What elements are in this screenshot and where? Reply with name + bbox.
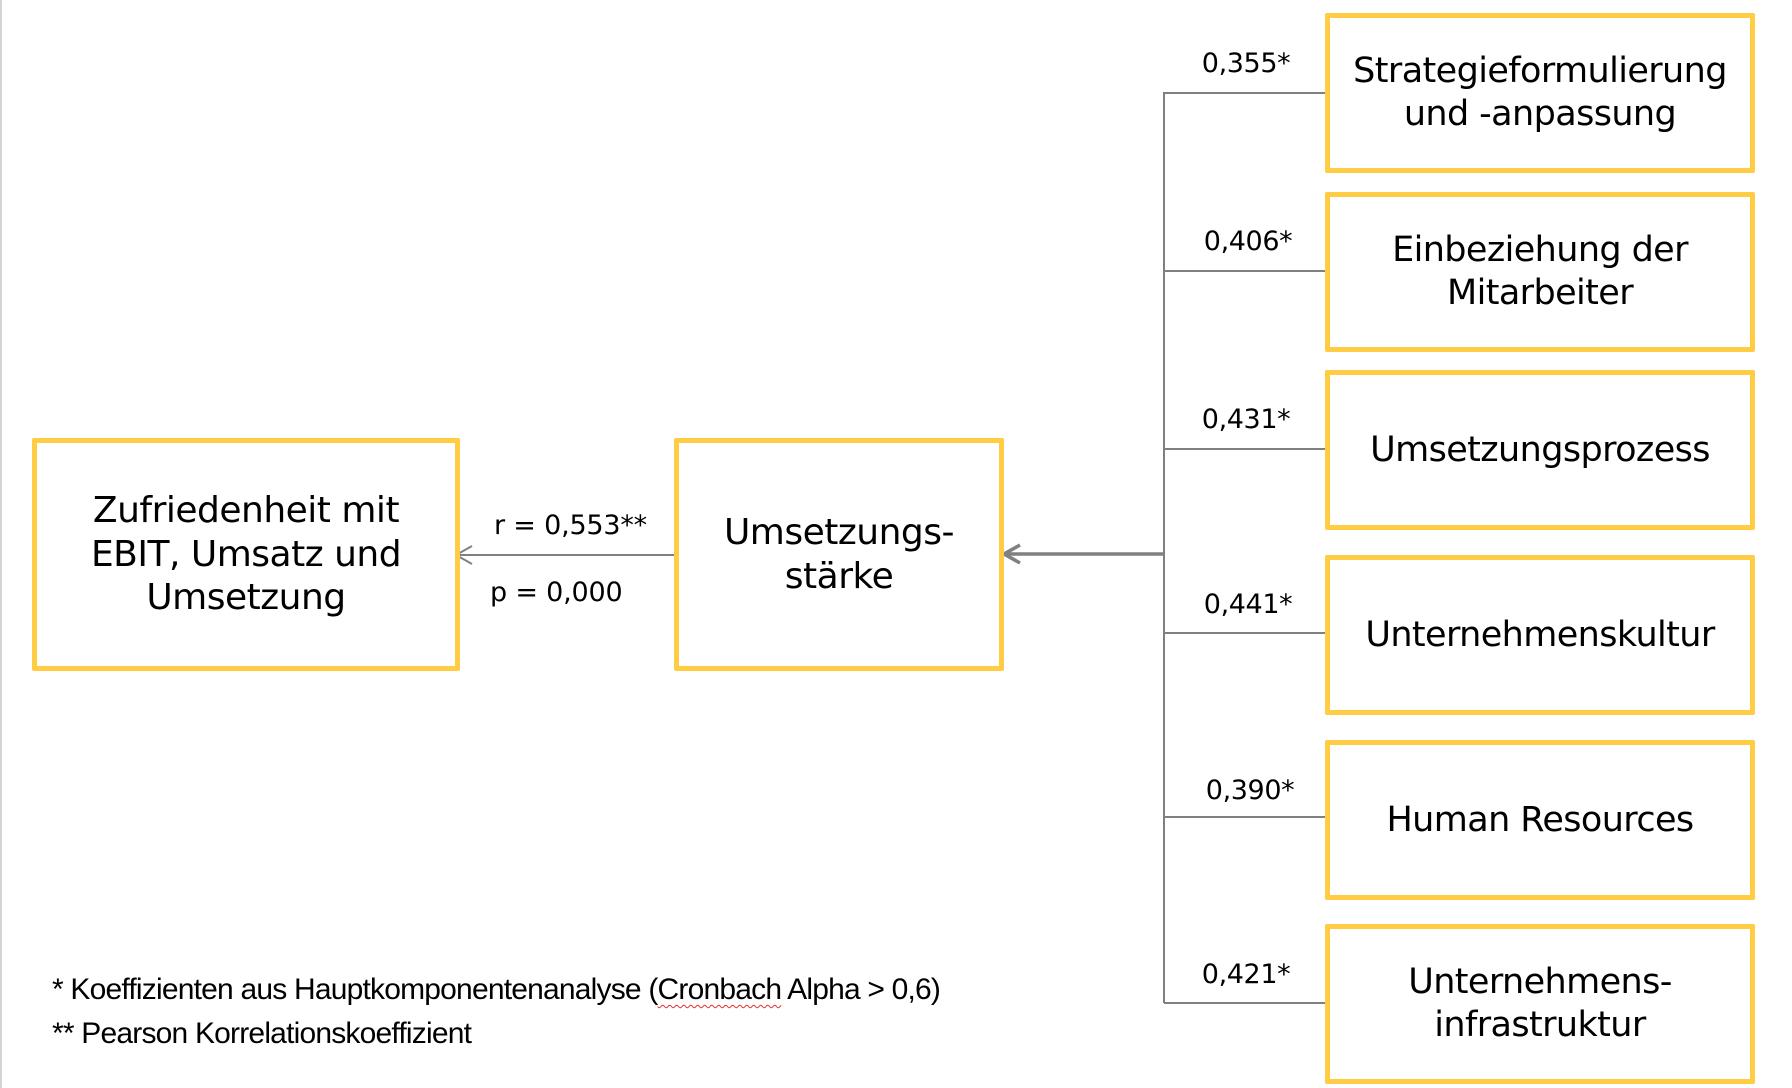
- correlation-p-label: p = 0,000: [490, 577, 623, 608]
- factor-label: Unternehmenskultur: [1365, 614, 1715, 655]
- factor-label: Human Resources: [1386, 799, 1694, 840]
- factor-coefficient: 0,355*: [1201, 48, 1291, 79]
- factor-box-human-resources: Human Resources: [1325, 740, 1755, 900]
- factor-label: Einbeziehung der Mitarbeiter: [1392, 230, 1688, 313]
- footnote-text: Alpha > 0,6): [781, 973, 941, 1006]
- factor-box-unternehmenskultur: Unternehmenskultur: [1325, 555, 1755, 715]
- footnote-coefficients: * Koeffizienten aus Hauptkomponentenanal…: [52, 968, 941, 1012]
- construct-label: Umsetzungs- stärke: [723, 511, 955, 597]
- factor-box-umsetzungsprozess: Umsetzungsprozess: [1325, 370, 1755, 530]
- factor-coefficient: 0,406*: [1203, 226, 1293, 257]
- outcome-label: Zufriedenheit mit EBIT, Umsatz und Umset…: [90, 489, 402, 619]
- construct-box: Umsetzungs- stärke: [674, 438, 1004, 671]
- correlation-r-label: r = 0,553**: [494, 510, 647, 541]
- factor-box-einbeziehung-mitarbeiter: Einbeziehung der Mitarbeiter: [1325, 192, 1755, 352]
- spellcheck-flagged-word: Cronbach: [657, 973, 782, 1006]
- footnotes: * Koeffizienten aus Hauptkomponentenanal…: [52, 968, 941, 1056]
- footnote-pearson: ** Pearson Korrelationskoeffizient: [52, 1017, 472, 1050]
- factor-label: Unternehmens- infrastruktur: [1408, 962, 1672, 1045]
- factor-box-unternehmensinfrastruktur: Unternehmens- infrastruktur: [1325, 924, 1755, 1084]
- footnote-text: * Koeffizienten aus Hauptkomponentenanal…: [52, 973, 658, 1006]
- factor-coefficient: 0,421*: [1201, 959, 1291, 990]
- factor-coefficient: 0,441*: [1203, 589, 1293, 620]
- factor-box-strategieformulierung: Strategieformulierung und -anpassung: [1325, 13, 1755, 173]
- factor-label: Umsetzungsprozess: [1370, 429, 1710, 470]
- factor-coefficient: 0,431*: [1201, 404, 1291, 435]
- factor-label: Strategieformulierung und -anpassung: [1353, 51, 1727, 134]
- outcome-box: Zufriedenheit mit EBIT, Umsatz und Umset…: [32, 438, 460, 671]
- factor-coefficient: 0,390*: [1205, 775, 1295, 806]
